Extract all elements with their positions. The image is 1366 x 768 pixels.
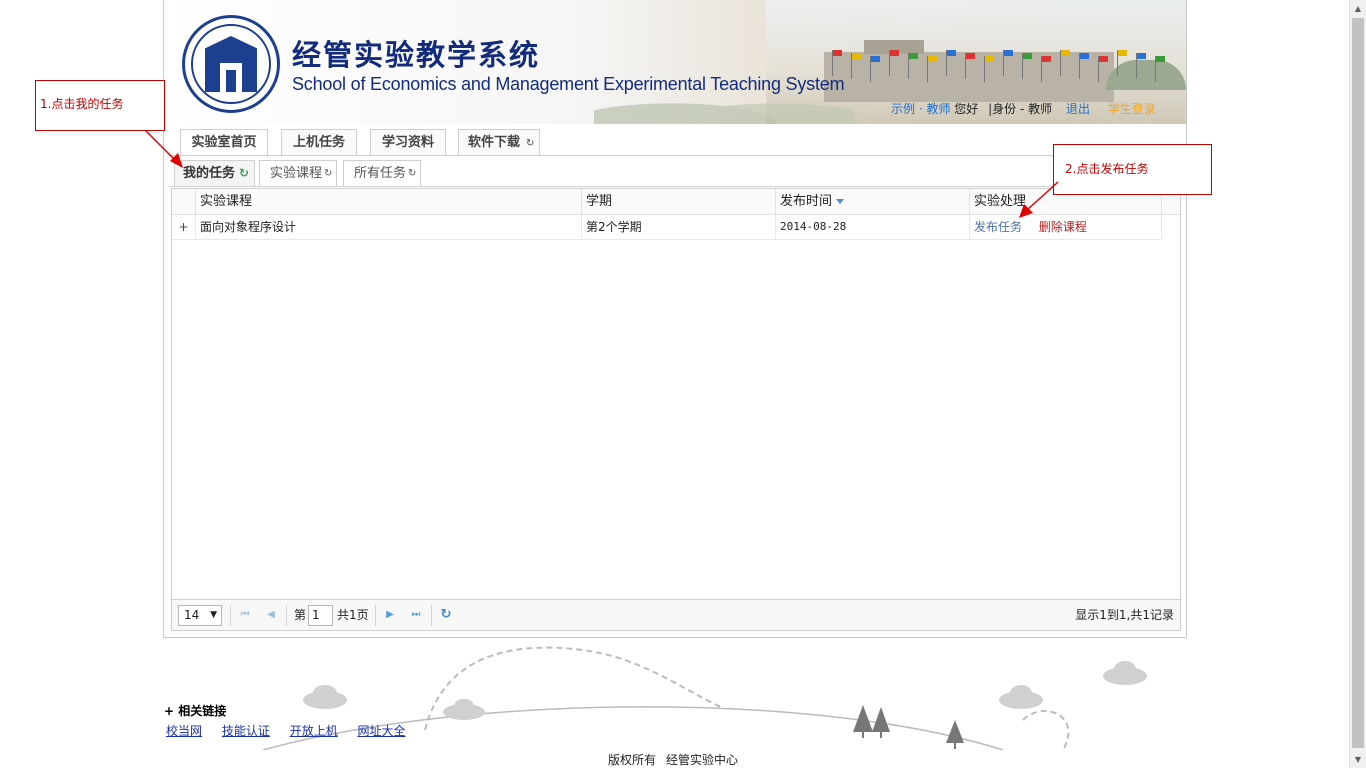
scroll-down-icon[interactable]: ▼ — [1350, 751, 1366, 768]
related-links: 校当网 技能认证 开放上机 网址大全 — [166, 722, 422, 739]
link-skill-cert[interactable]: 技能认证 — [222, 724, 270, 738]
related-links-title: + 相关链接 — [164, 704, 227, 718]
link-open-lab[interactable]: 开放上机 — [290, 724, 338, 738]
link-url-directory[interactable]: 网址大全 — [358, 724, 406, 738]
vertical-scrollbar[interactable]: ▲ ▼ — [1349, 0, 1366, 768]
cloud-icon — [303, 661, 1147, 720]
scroll-up-icon[interactable]: ▲ — [1350, 0, 1366, 17]
copyright: 版权所有 经管实验中心 — [608, 751, 748, 768]
arrow-step1 — [144, 129, 183, 168]
link-school-net[interactable]: 校当网 — [166, 724, 202, 738]
copyright-owner: 经管实验中心 — [666, 753, 739, 767]
copyright-label: 版权所有 — [608, 753, 657, 767]
arrow-step2 — [1019, 181, 1059, 218]
scroll-thumb[interactable] — [1352, 18, 1364, 748]
